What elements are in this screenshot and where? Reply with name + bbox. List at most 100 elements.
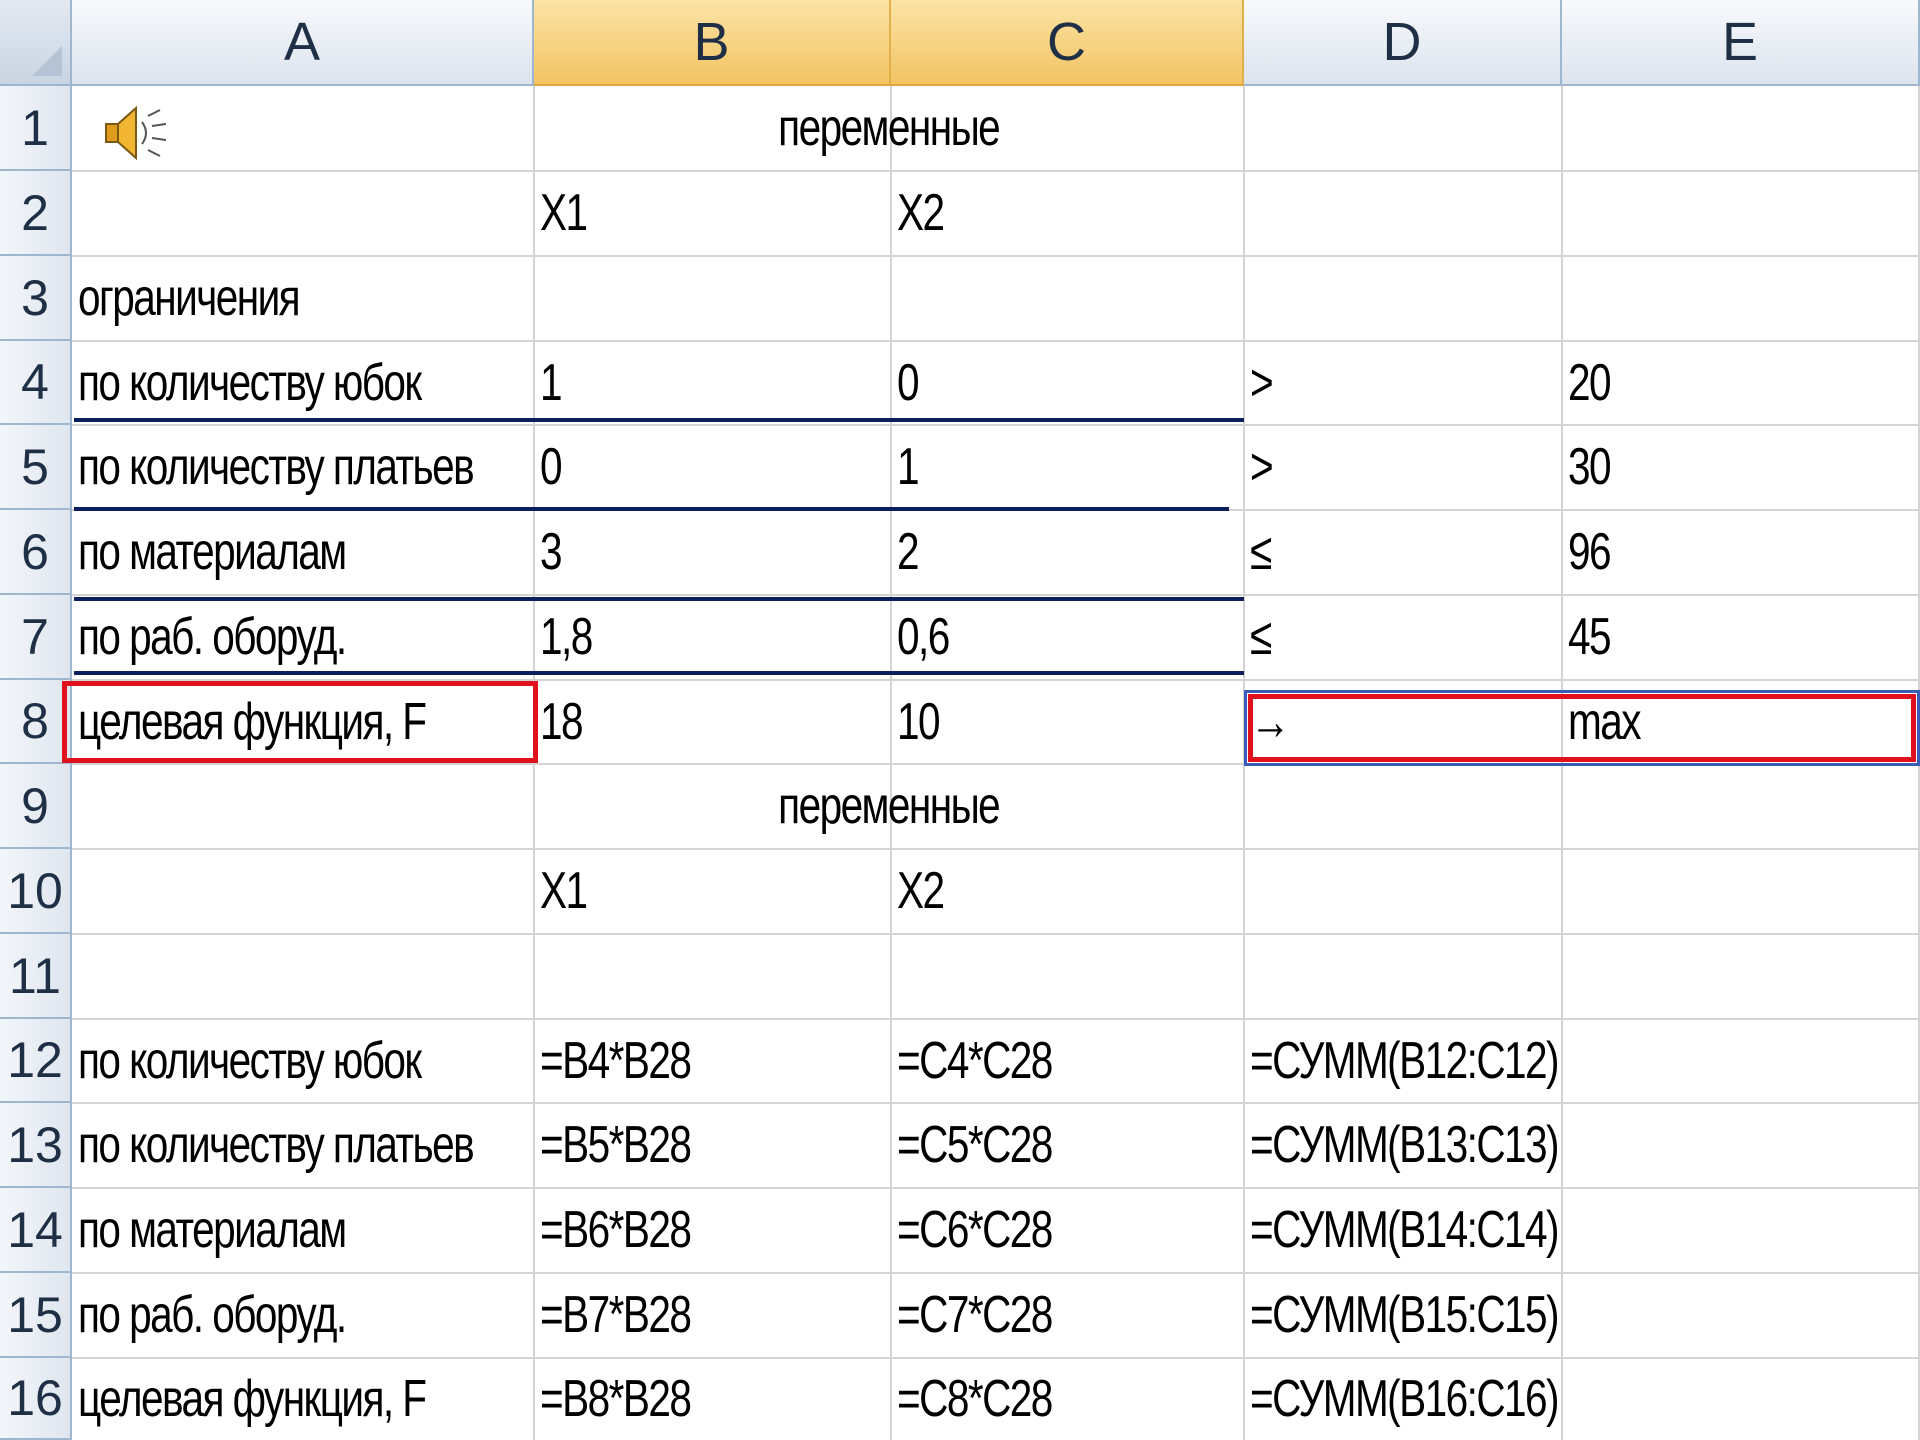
row-header-11[interactable]: 11 <box>0 934 72 1019</box>
cell-text: 3 <box>540 523 563 581</box>
highlight-box-objective-label <box>62 681 538 763</box>
column-header-b[interactable]: B <box>534 0 891 86</box>
row6-bottom-border <box>74 597 1244 601</box>
cell-b12[interactable]: =B4*B28 <box>534 1019 891 1102</box>
cell-text: 18 <box>540 692 584 751</box>
row-header-15[interactable]: 15 <box>0 1273 72 1358</box>
cell-text: =C8*C28 <box>897 1370 1053 1428</box>
cell-text: по материалам <box>78 1201 347 1259</box>
cell-text: 20 <box>1568 353 1612 412</box>
cell-b8[interactable]: 18 <box>534 680 891 763</box>
cell-a7[interactable]: по раб. оборуд. <box>72 595 534 679</box>
cell-a15[interactable]: по раб. оборуд. <box>72 1273 534 1357</box>
cell-b1-c1-merged[interactable]: переменные <box>534 86 1244 170</box>
cell-text: по раб. оборуд. <box>78 1286 347 1344</box>
cell-a4[interactable]: по количеству юбок <box>72 341 534 424</box>
cell-text: 2 <box>897 523 920 581</box>
cell-text: =СУММ(B15:C15) <box>1250 1286 1560 1344</box>
cell-c13[interactable]: =C5*C28 <box>891 1103 1244 1187</box>
row-header-7[interactable]: 7 <box>0 595 72 680</box>
cell-b7[interactable]: 1,8 <box>534 595 891 679</box>
cell-d12[interactable]: =СУММ(B12:C12) <box>1244 1019 1562 1102</box>
cell-c6[interactable]: 2 <box>891 510 1244 594</box>
cell-c8[interactable]: 10 <box>891 680 1244 763</box>
select-all-icon <box>32 46 62 76</box>
cell-d7[interactable]: ≤ <box>1244 595 1562 679</box>
cell-text: 1 <box>897 438 920 496</box>
cell-d15[interactable]: =СУММ(B15:C15) <box>1244 1273 1562 1357</box>
spreadsheet: A B C D E 1 2 3 4 5 6 7 8 9 10 11 12 13 … <box>0 0 1920 1440</box>
cell-b13[interactable]: =B5*B28 <box>534 1103 891 1187</box>
cell-text: 0 <box>540 438 563 496</box>
cell-d5[interactable]: > <box>1244 425 1562 509</box>
cell-text: > <box>1250 438 1274 496</box>
row-header-1[interactable]: 1 <box>0 86 72 171</box>
row-header-16[interactable]: 16 <box>0 1358 72 1440</box>
cell-text: 1 <box>540 353 563 412</box>
cell-text: по количеству юбок <box>78 353 422 412</box>
cell-c12[interactable]: =C4*C28 <box>891 1019 1244 1102</box>
column-header-a[interactable]: A <box>72 0 534 86</box>
cell-text: 10 <box>897 692 941 751</box>
cell-c5[interactable]: 1 <box>891 425 1244 509</box>
row-header-9[interactable]: 9 <box>0 764 72 849</box>
cell-a3[interactable]: ограничения <box>72 256 534 340</box>
column-header-c[interactable]: C <box>891 0 1244 86</box>
cell-e7[interactable]: 45 <box>1562 595 1920 679</box>
row-header-2[interactable]: 2 <box>0 171 72 256</box>
row-header-12[interactable]: 12 <box>0 1019 72 1103</box>
cell-text: по количеству платьев <box>78 1116 475 1174</box>
cell-text: > <box>1250 353 1274 412</box>
cell-text: X1 <box>540 184 588 242</box>
cell-a14[interactable]: по материалам <box>72 1188 534 1272</box>
cell-c2[interactable]: X2 <box>891 171 1244 255</box>
cell-text: =C6*C28 <box>897 1201 1053 1259</box>
cell-text: целевая функция, F <box>78 1370 427 1428</box>
cell-text: по материалам <box>78 523 347 581</box>
highlight-box-objective-goal <box>1248 694 1916 762</box>
cell-e6[interactable]: 96 <box>1562 510 1920 594</box>
cell-b16[interactable]: =B8*B28 <box>534 1358 891 1440</box>
cell-c15[interactable]: =C7*C28 <box>891 1273 1244 1357</box>
cell-b2[interactable]: X1 <box>534 171 891 255</box>
row-header-10[interactable]: 10 <box>0 849 72 934</box>
cell-text: =B4*B28 <box>540 1031 692 1090</box>
column-header-e[interactable]: E <box>1562 0 1920 86</box>
cell-b5[interactable]: 0 <box>534 425 891 509</box>
cell-d13[interactable]: =СУММ(B13:C13) <box>1244 1103 1562 1187</box>
cell-b9-c9-merged[interactable]: переменные <box>534 764 1244 848</box>
cell-d4[interactable]: > <box>1244 341 1562 424</box>
cell-e4[interactable]: 20 <box>1562 341 1920 424</box>
cell-a6[interactable]: по материалам <box>72 510 534 594</box>
cell-a13[interactable]: по количеству платьев <box>72 1103 534 1187</box>
cell-d6[interactable]: ≤ <box>1244 510 1562 594</box>
row-header-5[interactable]: 5 <box>0 425 72 510</box>
select-all-corner[interactable] <box>0 0 72 86</box>
cell-a16[interactable]: целевая функция, F <box>72 1358 534 1440</box>
cell-a5[interactable]: по количеству платьев <box>72 425 534 509</box>
cell-c10[interactable]: X2 <box>891 849 1244 933</box>
row4-bottom-border <box>74 418 1244 422</box>
cell-d16[interactable]: =СУММ(B16:C16) <box>1244 1358 1562 1440</box>
cell-c16[interactable]: =C8*C28 <box>891 1358 1244 1440</box>
cell-b14[interactable]: =B6*B28 <box>534 1188 891 1272</box>
cell-c4[interactable]: 0 <box>891 341 1244 424</box>
cell-e5[interactable]: 30 <box>1562 425 1920 509</box>
row-header-14[interactable]: 14 <box>0 1188 72 1273</box>
cell-b4[interactable]: 1 <box>534 341 891 424</box>
row-header-4[interactable]: 4 <box>0 341 72 425</box>
column-header-d[interactable]: D <box>1244 0 1562 86</box>
gridline-horizontal <box>72 933 1920 935</box>
cell-b10[interactable]: X1 <box>534 849 891 933</box>
cell-text: 0 <box>897 353 920 412</box>
row-header-3[interactable]: 3 <box>0 256 72 341</box>
row-header-13[interactable]: 13 <box>0 1103 72 1188</box>
cell-b6[interactable]: 3 <box>534 510 891 594</box>
cell-c7[interactable]: 0,6 <box>891 595 1244 679</box>
cell-b15[interactable]: =B7*B28 <box>534 1273 891 1357</box>
speaker-sound-icon[interactable] <box>100 100 170 166</box>
cell-c14[interactable]: =C6*C28 <box>891 1188 1244 1272</box>
cell-a12[interactable]: по количеству юбок <box>72 1019 534 1102</box>
cell-d14[interactable]: =СУММ(B14:C14) <box>1244 1188 1562 1272</box>
row-header-6[interactable]: 6 <box>0 510 72 595</box>
